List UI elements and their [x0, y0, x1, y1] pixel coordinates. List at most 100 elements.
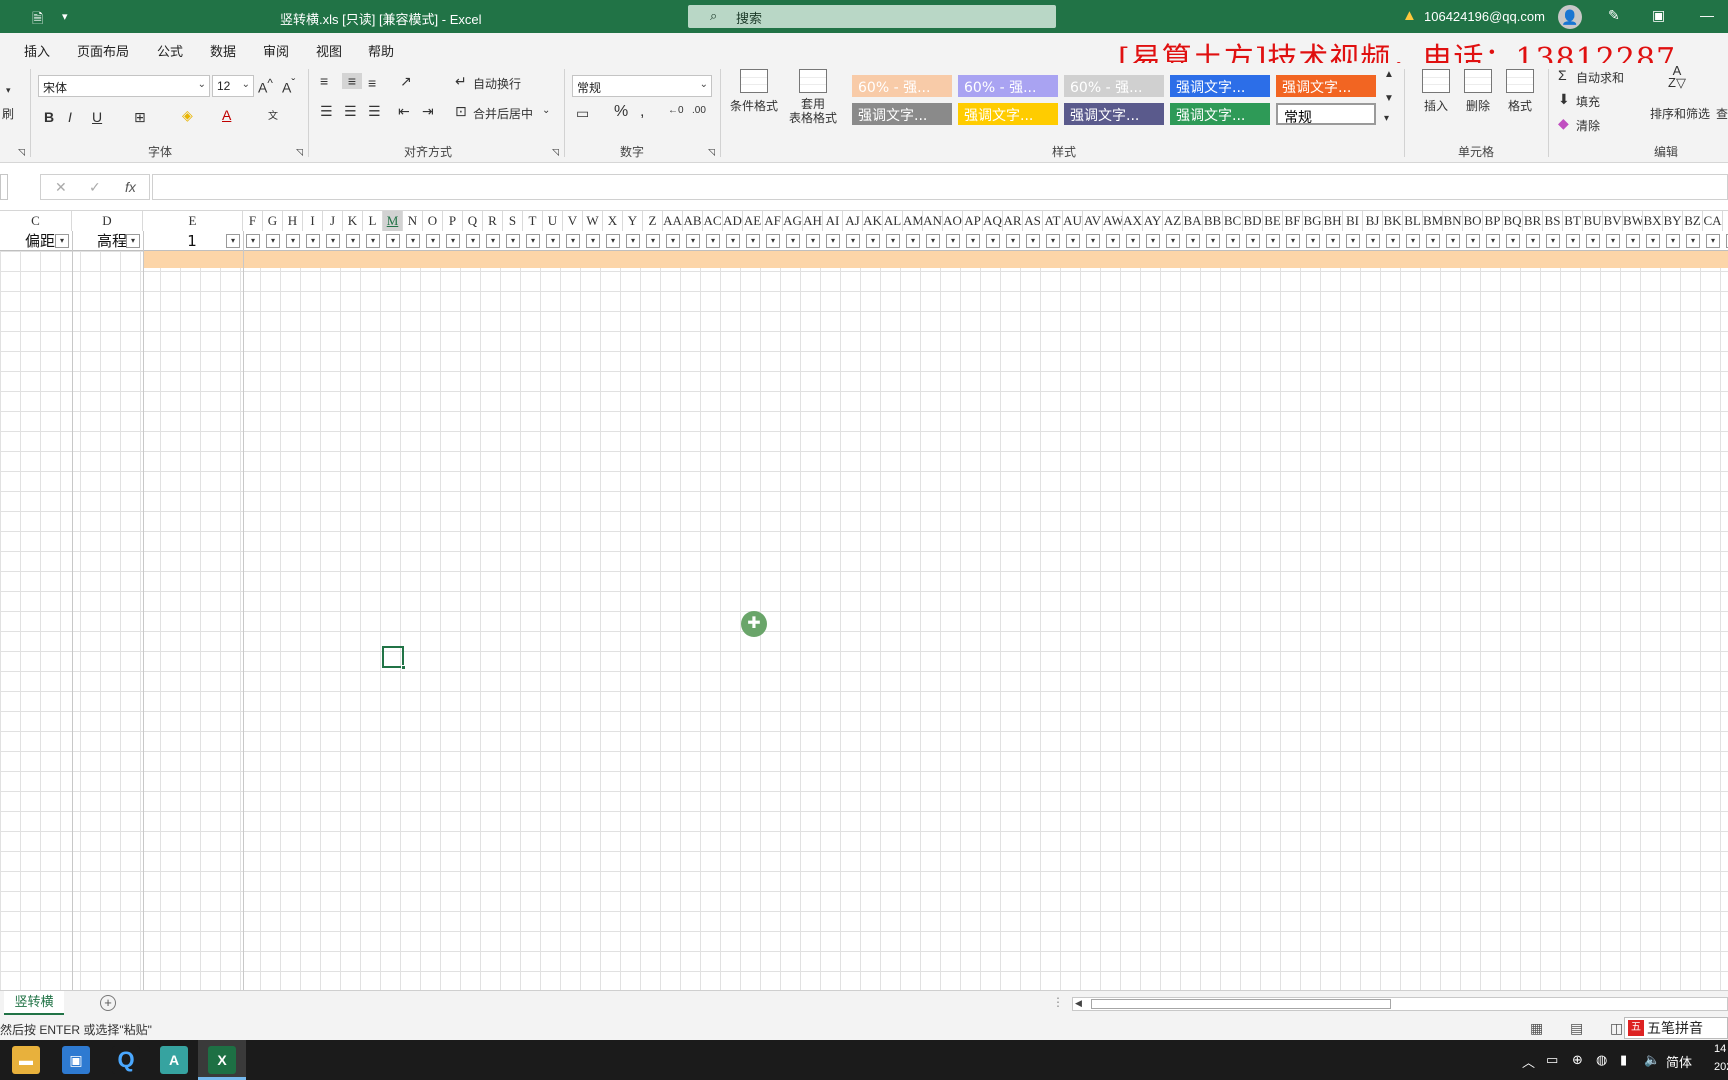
- align-bottom-icon[interactable]: ≡: [368, 75, 376, 91]
- fill-icon[interactable]: ⬇: [1558, 91, 1570, 108]
- filter-dropdown-icon[interactable]: ▾: [1286, 234, 1300, 248]
- filter-dropdown-icon[interactable]: ▾: [726, 234, 740, 248]
- autosum-icon[interactable]: Σ: [1558, 67, 1567, 83]
- merge-center-icon[interactable]: ⊡: [455, 103, 467, 120]
- filter-dropdown-icon[interactable]: ▾: [306, 234, 320, 248]
- column-header[interactable]: BA: [1183, 211, 1203, 231]
- filter-dropdown-icon[interactable]: ▾: [1386, 234, 1400, 248]
- gallery-up-icon[interactable]: ▲: [1384, 69, 1394, 80]
- column-header[interactable]: H: [283, 211, 303, 231]
- tray-expand-icon[interactable]: ︿: [1522, 1052, 1535, 1071]
- phonetic-icon[interactable]: 文: [268, 107, 278, 122]
- tray-network-icon[interactable]: ⊕: [1572, 1052, 1583, 1068]
- filter-dropdown-icon[interactable]: ▾: [606, 234, 620, 248]
- tray-time[interactable]: 14: [1714, 1043, 1726, 1055]
- comma-style-icon[interactable]: ,: [640, 103, 644, 121]
- accounting-icon[interactable]: ▭: [576, 105, 589, 122]
- account-name[interactable]: 106424196@qq.com: [1424, 9, 1545, 24]
- column-header[interactable]: AF: [763, 211, 783, 231]
- column-header[interactable]: K: [343, 211, 363, 231]
- column-header[interactable]: AD: [723, 211, 743, 231]
- increase-decimal-icon[interactable]: ←0: [668, 105, 684, 116]
- filter-dropdown-icon[interactable]: ▾: [866, 234, 880, 248]
- insert-function-icon[interactable]: fx: [125, 179, 136, 195]
- filter-dropdown-icon[interactable]: ▾: [326, 234, 340, 248]
- filter-dropdown-icon[interactable]: ▾: [1706, 234, 1720, 248]
- border-icon[interactable]: ⊞: [134, 109, 146, 126]
- tab-review[interactable]: 审阅: [263, 41, 289, 60]
- pen-icon[interactable]: ✎: [1608, 7, 1620, 24]
- column-header[interactable]: BX: [1643, 211, 1663, 231]
- filter-dropdown-icon[interactable]: ▾: [786, 234, 800, 248]
- cell-e-header[interactable]: 1: [150, 231, 234, 251]
- filter-dropdown-icon[interactable]: ▾: [1066, 234, 1080, 248]
- filter-dropdown-icon[interactable]: ▾: [346, 234, 360, 248]
- column-header[interactable]: CA: [1703, 211, 1723, 231]
- filter-dropdown-icon[interactable]: ▾: [1366, 234, 1380, 248]
- minimize-icon[interactable]: —: [1700, 7, 1714, 23]
- column-header[interactable]: X: [603, 211, 623, 231]
- cell-style-item[interactable]: 60% - 强...: [958, 75, 1058, 97]
- column-header[interactable]: AE: [743, 211, 763, 231]
- column-header[interactable]: AX: [1123, 211, 1143, 231]
- filter-dropdown-icon[interactable]: ▾: [1686, 234, 1700, 248]
- tray-pen-icon[interactable]: ▮: [1620, 1052, 1627, 1068]
- cell-style-item[interactable]: 强调文字...: [1170, 75, 1270, 97]
- filter-dropdown-icon[interactable]: ▾: [466, 234, 480, 248]
- tray-lang[interactable]: 简体: [1666, 1052, 1692, 1071]
- column-header[interactable]: V: [563, 211, 583, 231]
- column-header[interactable]: Z: [643, 211, 663, 231]
- delete-cells-button[interactable]: 删除: [1460, 69, 1496, 114]
- column-header[interactable]: P: [443, 211, 463, 231]
- filter-dropdown-icon[interactable]: ▾: [1246, 234, 1260, 248]
- column-header[interactable]: BF: [1283, 211, 1303, 231]
- filter-dropdown-icon[interactable]: ▾: [626, 234, 640, 248]
- decrease-font-icon[interactable]: Aˇ: [282, 77, 295, 96]
- filter-dropdown-icon[interactable]: ▾: [1166, 234, 1180, 248]
- filter-dropdown-icon[interactable]: ▾: [486, 234, 500, 248]
- column-header[interactable]: AW: [1103, 211, 1123, 231]
- filter-dropdown-icon[interactable]: ▾: [646, 234, 660, 248]
- align-right-icon[interactable]: ☰: [368, 103, 381, 120]
- filter-dropdown-icon[interactable]: ▾: [406, 234, 420, 248]
- tab-formulas[interactable]: 公式: [157, 41, 183, 60]
- column-header[interactable]: AI: [823, 211, 843, 231]
- filter-dropdown-icon[interactable]: ▾: [666, 234, 680, 248]
- column-header[interactable]: AU: [1063, 211, 1083, 231]
- cell-style-item[interactable]: 强调文字...: [1276, 75, 1376, 97]
- search-box[interactable]: ⌕ 搜索: [688, 5, 1056, 28]
- column-header[interactable]: Q: [463, 211, 483, 231]
- filter-dropdown-icon[interactable]: ▾: [946, 234, 960, 248]
- orientation-icon[interactable]: ↗: [400, 73, 412, 90]
- filter-dropdown-icon[interactable]: ▾: [1106, 234, 1120, 248]
- filter-dropdown-icon[interactable]: ▾: [886, 234, 900, 248]
- column-header[interactable]: BU: [1583, 211, 1603, 231]
- column-header[interactable]: AP: [963, 211, 983, 231]
- filter-dropdown-icon[interactable]: ▾: [226, 234, 240, 248]
- column-header[interactable]: E: [143, 211, 243, 231]
- find-button[interactable]: 查: [1716, 105, 1728, 122]
- formula-input[interactable]: [152, 174, 1728, 200]
- filter-dropdown-icon[interactable]: ▾: [1026, 234, 1040, 248]
- column-header[interactable]: Y: [623, 211, 643, 231]
- column-header[interactable]: AT: [1043, 211, 1063, 231]
- filter-dropdown-icon[interactable]: ▾: [1546, 234, 1560, 248]
- cell-style-item[interactable]: 强调文字...: [958, 103, 1058, 125]
- filter-dropdown-icon[interactable]: ▾: [1566, 234, 1580, 248]
- filter-dropdown-icon[interactable]: ▾: [926, 234, 940, 248]
- cell-style-item[interactable]: 常规: [1276, 103, 1376, 125]
- column-header[interactable]: R: [483, 211, 503, 231]
- filter-dropdown-icon[interactable]: ▾: [1586, 234, 1600, 248]
- column-header[interactable]: AV: [1083, 211, 1103, 231]
- decrease-indent-icon[interactable]: ⇤: [398, 103, 410, 120]
- column-header[interactable]: AH: [803, 211, 823, 231]
- filter-dropdown-icon[interactable]: ▾: [1446, 234, 1460, 248]
- browser-icon[interactable]: Q: [112, 1046, 140, 1074]
- filter-dropdown-icon[interactable]: ▾: [1626, 234, 1640, 248]
- column-header[interactable]: AK: [863, 211, 883, 231]
- column-header[interactable]: BO: [1463, 211, 1483, 231]
- filter-dropdown-icon[interactable]: ▾: [266, 234, 280, 248]
- column-header[interactable]: G: [263, 211, 283, 231]
- page-break-view-icon[interactable]: ◫: [1610, 1020, 1623, 1037]
- filter-dropdown-icon[interactable]: ▾: [806, 234, 820, 248]
